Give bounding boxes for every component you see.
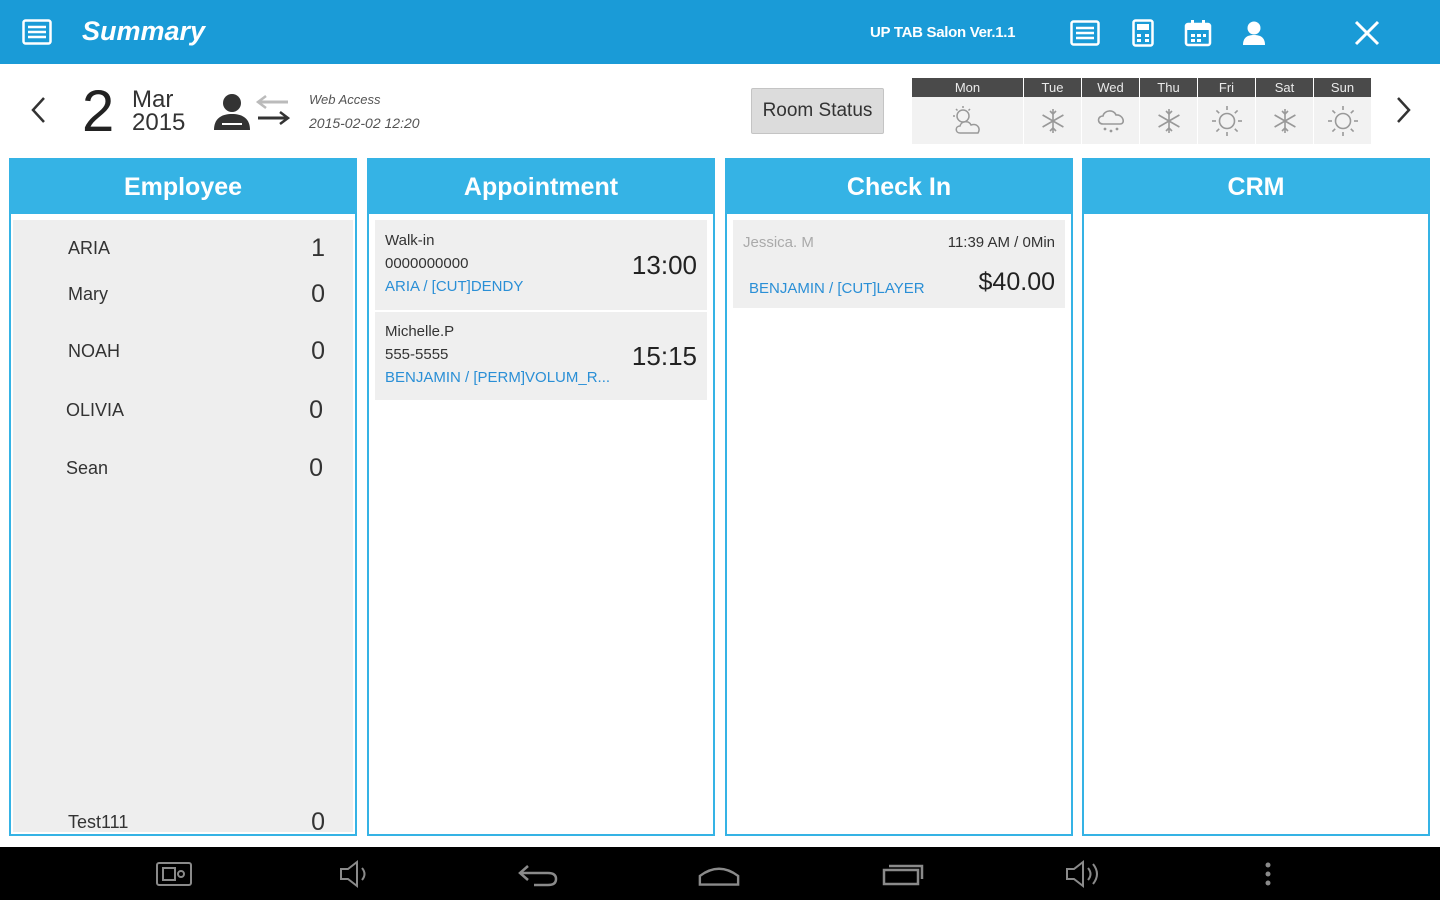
appointment-service: BENJAMIN / [PERM]VOLUM_R...	[385, 369, 611, 386]
checkin-service: BENJAMIN / [CUT]LAYER	[749, 280, 925, 297]
checkin-panel: Check In Jessica. M 11:39 AM / 0Min BENJ…	[725, 158, 1073, 836]
web-access-label: Web Access	[309, 92, 381, 107]
calculator-icon[interactable]	[1126, 16, 1160, 50]
checkin-list: Jessica. M 11:39 AM / 0Min BENJAMIN / [C…	[729, 220, 1069, 832]
weather-day-mon: Mon	[912, 78, 1023, 144]
sun-icon	[1314, 97, 1371, 144]
weather-day-tue: Tue	[1024, 78, 1081, 144]
top-app-bar: Summary UP TAB Salon Ver.1.1	[0, 0, 1440, 64]
date-day: 2	[82, 79, 115, 144]
person-icon[interactable]	[1237, 16, 1271, 50]
weather-day-label: Tue	[1024, 78, 1081, 97]
page-title: Summary	[82, 16, 206, 46]
weather-day-sat: Sat	[1256, 78, 1313, 144]
web-access-time: 2015-02-02 12:20	[309, 115, 420, 131]
snow-icon	[1140, 97, 1197, 144]
next-day-button[interactable]	[1388, 88, 1420, 132]
user-sync-icon[interactable]	[210, 90, 291, 134]
employee-count: 0	[309, 454, 323, 482]
cloudy-sun-icon	[912, 97, 1023, 144]
appointment-list: Walk-in 0000000000 ARIA / [CUT]DENDY 13:…	[371, 220, 711, 832]
crm-list	[1086, 220, 1426, 832]
appointment-time: 13:00	[631, 250, 697, 280]
appointment-time: 15:15	[631, 341, 697, 371]
more-icon[interactable]	[1246, 855, 1290, 893]
weather-day-label: Sat	[1256, 78, 1313, 97]
system-navigation-bar	[0, 847, 1440, 900]
room-status-button[interactable]: Room Status	[751, 88, 884, 134]
weekly-weather: Mon Tue Wed Thu Fri Sat Sun	[912, 78, 1372, 144]
snow-cloud-icon	[1082, 97, 1139, 144]
checkin-amount: $40.00	[978, 268, 1055, 296]
weather-day-fri: Fri	[1198, 78, 1255, 144]
appointment-card[interactable]: Walk-in 0000000000 ARIA / [CUT]DENDY 13:…	[375, 220, 707, 310]
employee-row[interactable]: OLIVIA 0	[13, 394, 353, 424]
employee-row[interactable]: NOAH 0	[13, 335, 353, 365]
employee-name: Mary	[68, 284, 108, 304]
recent-apps-icon[interactable]	[881, 855, 925, 893]
snow-icon	[1256, 97, 1313, 144]
weather-day-wed: Wed	[1082, 78, 1139, 144]
appointment-card[interactable]: Michelle.P 555-5555 BENJAMIN / [PERM]VOL…	[375, 312, 707, 400]
previous-day-button[interactable]	[22, 88, 54, 132]
employee-row[interactable]: Sean 0	[13, 452, 353, 482]
close-icon[interactable]	[1350, 16, 1384, 50]
sun-icon	[1198, 97, 1255, 144]
date-year: 2015	[132, 109, 186, 136]
employee-name: NOAH	[68, 341, 121, 361]
employee-count: 0	[311, 280, 325, 308]
employee-name: OLIVIA	[66, 400, 125, 420]
app-version-label: UP TAB Salon Ver.1.1	[870, 24, 1016, 41]
employee-panel: Employee ARIA 1 Mary 0 NOAH 0 OLIVIA 0 S…	[9, 158, 357, 836]
employee-name: Test111	[68, 812, 129, 832]
calendar-icon[interactable]	[1181, 16, 1215, 50]
employee-count: 1	[311, 234, 325, 262]
employee-row[interactable]: Mary 0	[13, 278, 353, 308]
back-icon[interactable]	[516, 855, 560, 893]
appointment-panel: Appointment Walk-in 0000000000 ARIA / [C…	[367, 158, 715, 836]
employee-name: ARIA	[68, 238, 111, 258]
checkin-header: Check In	[727, 160, 1071, 214]
checkin-time: 11:39 AM / 0Min	[947, 234, 1055, 251]
employee-list: ARIA 1 Mary 0 NOAH 0 OLIVIA 0 Sean 0 Tes…	[13, 220, 353, 836]
appointment-service: ARIA / [CUT]DENDY	[385, 278, 524, 295]
checkin-card[interactable]: Jessica. M 11:39 AM / 0Min BENJAMIN / [C…	[733, 220, 1065, 308]
weather-day-label: Fri	[1198, 78, 1255, 97]
weather-day-label: Thu	[1140, 78, 1197, 97]
volume-down-icon[interactable]	[334, 855, 378, 893]
checkin-client: Jessica. M	[743, 234, 814, 251]
appointment-header: Appointment	[369, 160, 713, 214]
employee-row[interactable]: ARIA 1	[13, 232, 353, 262]
employee-count: 0	[311, 808, 325, 836]
crm-header: CRM	[1084, 160, 1428, 214]
appointment-phone: 0000000000	[385, 255, 469, 272]
volume-up-icon[interactable]	[1062, 855, 1106, 893]
employee-count: 0	[309, 396, 323, 424]
home-icon[interactable]	[697, 855, 741, 893]
list-icon[interactable]	[1068, 16, 1102, 50]
appointment-client: Michelle.P	[385, 323, 455, 340]
screenshot-icon[interactable]	[152, 855, 196, 893]
weather-day-sun: Sun	[1314, 78, 1371, 144]
crm-panel: CRM	[1082, 158, 1430, 836]
employee-count: 0	[311, 337, 325, 365]
appointment-client: Walk-in	[385, 232, 435, 249]
employee-name: Sean	[66, 458, 109, 478]
appointment-phone: 555-5555	[385, 346, 449, 363]
employee-header: Employee	[11, 160, 355, 214]
weather-day-label: Wed	[1082, 78, 1139, 97]
weather-day-thu: Thu	[1140, 78, 1197, 144]
weather-day-label: Sun	[1314, 78, 1371, 97]
snow-icon	[1024, 97, 1081, 144]
list-icon[interactable]	[18, 16, 56, 48]
employee-row[interactable]: Test111 0	[13, 806, 353, 836]
weather-day-label: Mon	[912, 78, 1023, 97]
